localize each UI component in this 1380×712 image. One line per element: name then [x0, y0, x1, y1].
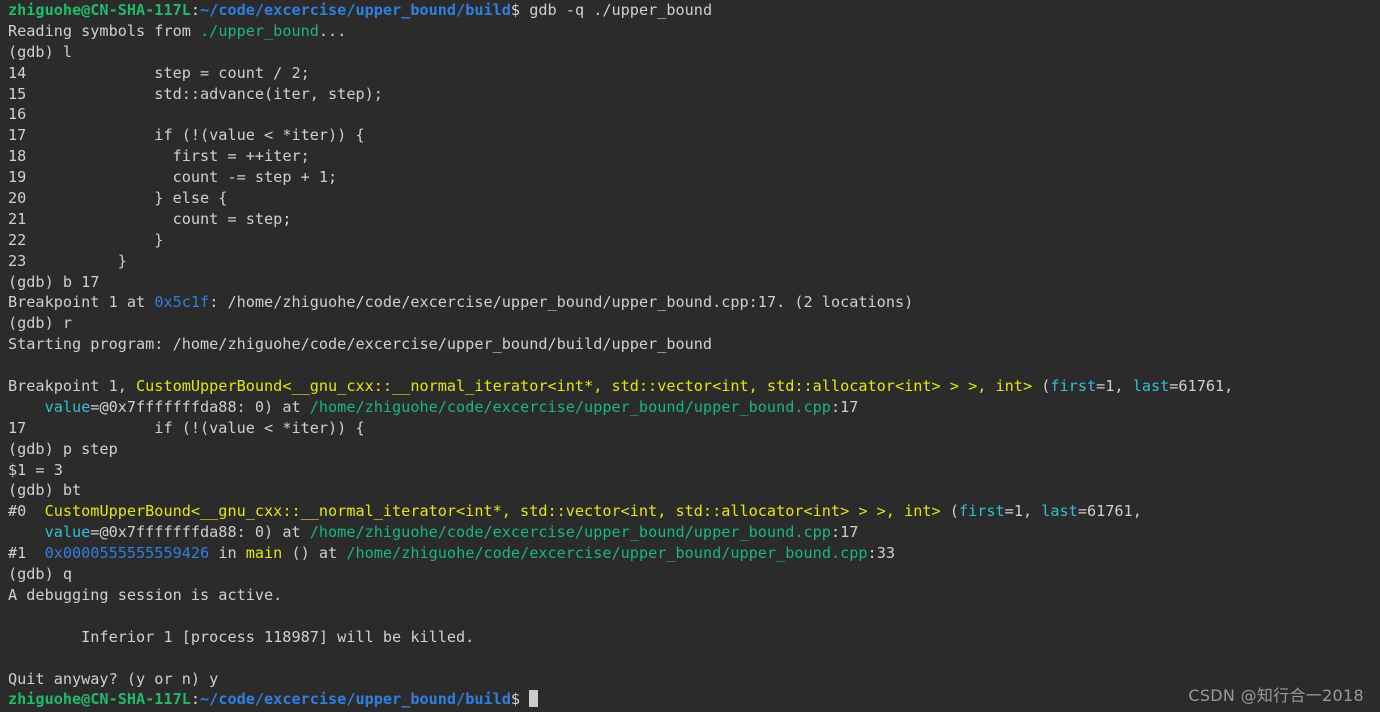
- prompt-path: ~/code/excercise/upper_bound/build: [200, 1, 511, 19]
- source-line-21: 21 count = step;: [8, 209, 292, 228]
- terminal-line-print-result: $1 = 3: [8, 460, 63, 479]
- source-line-15: 15 std::advance(iter, step);: [8, 84, 383, 103]
- terminal-blank-line-2: [0, 606, 1380, 627]
- terminal-line-gdb-p-step: (gdb) p step: [8, 439, 118, 458]
- frame-0-arg-value-name: value: [44, 523, 91, 542]
- terminal-line-prompt-command: zhiguohe@CN-SHA-117L:~/code/excercise/up…: [0, 0, 1380, 21]
- final-prompt-path: ~/code/excercise/upper_bound/build: [200, 690, 511, 709]
- frame-1-source-path: /home/zhiguohe/code/excercise/upper_boun…: [346, 544, 868, 563]
- breakpoint-address: 0x5c1f: [154, 293, 210, 312]
- terminal-line-gdb-bt: (gdb) bt: [8, 481, 82, 500]
- terminal-blank-line-1: [0, 355, 1380, 376]
- final-prompt-user-host: zhiguohe@CN-SHA-117L: [8, 690, 191, 709]
- arg-last-name: last: [1132, 377, 1170, 396]
- space-before-cursor: [520, 690, 529, 708]
- prompt-dollar: $: [510, 1, 521, 19]
- ellipsis: ...: [318, 21, 347, 40]
- terminal-line-quit-prompt: Quit anyway? (y or n) y: [8, 669, 219, 688]
- final-prompt-dollar: $: [510, 690, 521, 709]
- prompt-user-host: zhiguohe@CN-SHA-117L: [8, 1, 191, 19]
- source-line-20: 20 } else {: [8, 189, 228, 208]
- breakpoint-location: : /home/zhiguohe/code/excercise/upper_bo…: [209, 293, 914, 312]
- args-open-paren: (: [1032, 377, 1051, 396]
- frame-function-signature: CustomUpperBound<__gnu_cxx::__normal_ite…: [136, 377, 1033, 396]
- source-line-22: 22 }: [8, 230, 164, 249]
- breakpoint-set-prefix: Breakpoint 1 at: [8, 293, 155, 312]
- terminal-line-breakpoint-hit-cont: value=@0x7fffffffda88: 0) at /home/zhigu…: [0, 397, 1380, 418]
- frame-1-at-keyword: () at: [282, 544, 347, 563]
- arg-first-name: first: [1050, 377, 1097, 396]
- source-file-path: /home/zhiguohe/code/excercise/upper_boun…: [309, 397, 831, 416]
- final-prompt-separator: :: [190, 690, 201, 709]
- arg-value-content: =@0x7fffffffda88: 0) at: [90, 397, 310, 416]
- terminal-line-starting-program: Starting program: /home/zhiguohe/code/ex…: [8, 335, 713, 354]
- terminal-line-final-prompt[interactable]: zhiguohe@CN-SHA-117L:~/code/excercise/up…: [0, 689, 1380, 710]
- frame-0-index: #0: [8, 502, 45, 521]
- frame-0-arg-last-name: last: [1041, 502, 1078, 521]
- current-source-line-17: 17 if (!(value < *iter)) {: [8, 418, 365, 437]
- source-line-19: 19 count -= step + 1;: [8, 168, 338, 187]
- arg-value-name: value: [44, 397, 91, 416]
- text-cursor[interactable]: [529, 690, 539, 708]
- frame-1-source-lineno: :33: [867, 544, 895, 563]
- terminal-line-session-active: A debugging session is active.: [8, 585, 283, 604]
- source-file-lineno: :17: [830, 397, 859, 416]
- arg-first-value: =1,: [1096, 377, 1133, 396]
- source-line-23: 23 }: [8, 251, 127, 270]
- binary-name: ./upper_bound: [200, 21, 319, 40]
- terminal-line-breakpoint-hit: Breakpoint 1, CustomUpperBound<__gnu_cxx…: [0, 376, 1380, 397]
- frame-0-arg-last-value: =61761,: [1077, 502, 1142, 521]
- frame-1-index: #1: [8, 544, 45, 563]
- frame-0-source-lineno: :17: [830, 523, 859, 542]
- backtrace-frame-0: #0 CustomUpperBound<__gnu_cxx::__normal_…: [0, 501, 1380, 522]
- backtrace-frame-0-cont: value=@0x7fffffffda88: 0) at /home/zhigu…: [0, 522, 1380, 543]
- frame-0-arg-first-value: =1,: [1004, 502, 1042, 521]
- frame-1-address: 0x0000555555559426: [44, 544, 210, 563]
- terminal-line-gdb-b17: (gdb) b 17: [8, 272, 100, 291]
- terminal-line-reading-symbols: Reading symbols from ./upper_bound...: [0, 21, 1380, 42]
- terminal-line-gdb-l: (gdb) l: [8, 42, 73, 61]
- source-line-18: 18 first = ++iter;: [8, 147, 310, 166]
- prompt-separator: :: [190, 1, 201, 19]
- breakpoint-hit-prefix: Breakpoint 1,: [8, 377, 137, 396]
- terminal-line-inferior-killed: Inferior 1 [process 118987] will be kill…: [8, 627, 475, 646]
- terminal-line-breakpoint-set: Breakpoint 1 at 0x5c1f: /home/zhiguohe/c…: [0, 292, 1380, 313]
- reading-symbols-text: Reading symbols from: [8, 21, 201, 40]
- terminal-line-gdb-q: (gdb) q: [8, 565, 73, 584]
- frame-0-arg-first-name: first: [958, 502, 1005, 521]
- csdn-watermark: CSDN @知行合一2018: [1188, 686, 1364, 706]
- backtrace-frame-1: #1 0x0000555555559426 in main () at /hom…: [0, 543, 1380, 564]
- frame-1-function-name: main: [245, 544, 283, 563]
- frame-0-function-signature: CustomUpperBound<__gnu_cxx::__normal_ite…: [44, 502, 941, 521]
- frame-0-indent: [8, 523, 45, 541]
- source-line-17: 17 if (!(value < *iter)) {: [8, 126, 365, 145]
- source-line-16: 16: [8, 105, 27, 124]
- source-line-14: 14 step = count / 2;: [8, 63, 310, 82]
- frame-0-arg-value-content: =@0x7fffffffda88: 0) at: [90, 523, 310, 542]
- frame-1-in-keyword: in: [209, 544, 246, 563]
- terminal-blank-line-3: [0, 648, 1380, 669]
- terminal-window[interactable]: zhiguohe@CN-SHA-117L:~/code/excercise/up…: [0, 0, 1380, 712]
- frame-0-args-open: (: [940, 502, 959, 521]
- command-gdb: gdb -q ./upper_bound: [520, 1, 713, 19]
- frame-0-source-path: /home/zhiguohe/code/excercise/upper_boun…: [309, 523, 831, 542]
- arg-last-value: =61761,: [1169, 377, 1234, 396]
- terminal-line-gdb-r: (gdb) r: [8, 314, 73, 333]
